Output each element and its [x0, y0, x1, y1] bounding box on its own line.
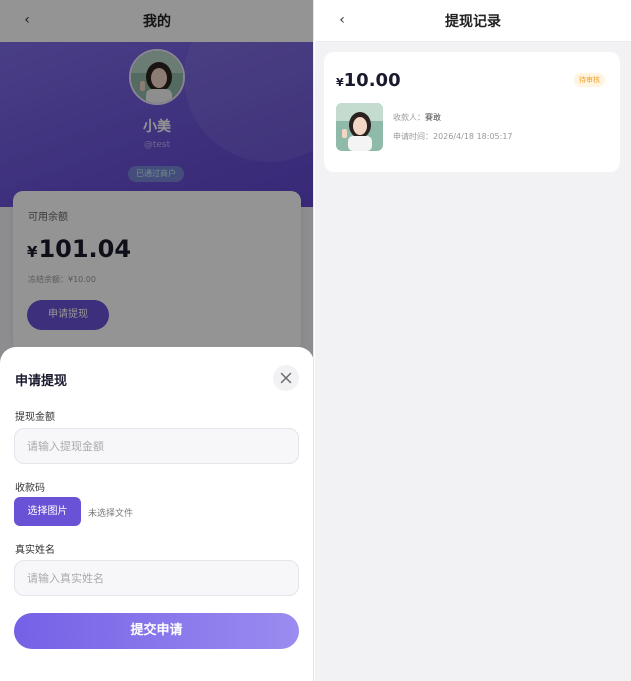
payee-line: 收款人：賽敢 [393, 112, 441, 123]
currency-symbol: ¥ [336, 76, 344, 89]
realname-input[interactable] [14, 560, 299, 596]
close-button[interactable] [273, 365, 299, 391]
withdraw-sheet: 申请提现 提现金额 收款码 选择图片 未选择文件 真实姓名 提交申请 [0, 347, 313, 681]
record-amount-value: 10.00 [343, 70, 401, 91]
time-label: 申请时间： [393, 132, 433, 141]
page-title: 提现记录 [445, 13, 501, 30]
qrcode-label: 收款码 [15, 483, 45, 494]
sheet-title: 申请提现 [15, 374, 68, 389]
withdraw-record-card[interactable]: ¥10.00 待审核 收款人：賽敢 申请时间：2026/4/18 18:05:1… [324, 52, 620, 172]
choose-image-button[interactable]: 选择图片 [14, 497, 81, 526]
payee-value: 賽敢 [425, 113, 441, 122]
payee-label: 收款人： [393, 113, 425, 122]
apply-time-line: 申请时间：2026/4/18 18:05:17 [393, 131, 513, 142]
time-value: 2026/4/18 18:05:17 [433, 132, 513, 141]
no-file-text: 未选择文件 [88, 509, 134, 519]
profile-screen: ‹ 我的 小美 @test 已通过商户 可用余额 ¥101.04 冻结余额：¥1… [0, 0, 314, 681]
amount-label: 提现金额 [15, 412, 55, 423]
back-icon[interactable]: ‹ [335, 12, 349, 28]
record-amount: ¥10.00 [336, 70, 401, 91]
close-icon [280, 372, 292, 384]
submit-button[interactable]: 提交申请 [14, 613, 299, 649]
amount-input[interactable] [14, 428, 299, 464]
withdraw-records-screen: ‹ 提现记录 ¥10.00 待审核 收款人：賽敢 申请时间：2026/4/18 … [315, 0, 631, 681]
payment-qrcode-image[interactable] [336, 103, 383, 151]
status-badge: 待审核 [574, 73, 605, 87]
records-header: ‹ 提现记录 [315, 0, 631, 42]
realname-label: 真实姓名 [15, 545, 55, 556]
